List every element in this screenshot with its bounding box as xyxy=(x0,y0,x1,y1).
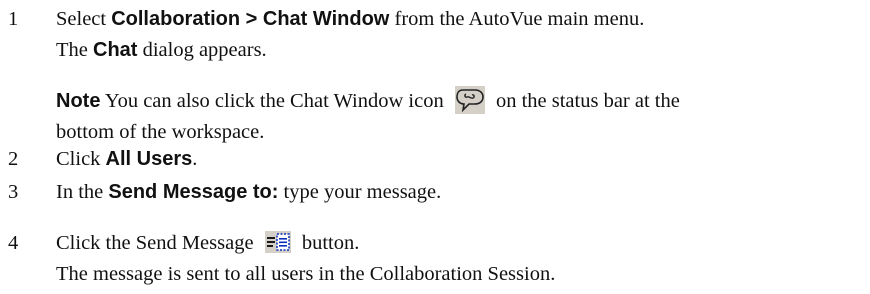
step-1-instruction: Select Collaboration > Chat Window from … xyxy=(56,8,645,30)
step-3-instruction: In the Send Message to: type your messag… xyxy=(56,181,442,203)
step-4-result: The message is sent to all users in the … xyxy=(56,263,556,285)
step-number: 3 xyxy=(8,181,19,203)
send-message-to-label: Send Message to: xyxy=(108,181,279,203)
all-users-label: All Users xyxy=(105,148,193,170)
step-2-instruction: Click All Users. xyxy=(56,148,198,170)
note-line-2: bottom of the workspace. xyxy=(56,121,265,143)
step-number: 1 xyxy=(8,8,19,30)
note-line-1: Note You can also click the Chat Window … xyxy=(56,86,680,116)
step-4-instruction: Click the Send Message button. xyxy=(56,231,360,254)
step-1-result: The Chat dialog appears. xyxy=(56,39,267,61)
send-message-icon xyxy=(264,231,291,254)
step-number: 2 xyxy=(8,148,19,170)
chat-bubble-icon xyxy=(454,86,485,115)
menu-path: Collaboration > Chat Window xyxy=(111,8,390,30)
step-number: 4 xyxy=(8,232,19,254)
dialog-name: Chat xyxy=(93,39,138,61)
note-label: Note xyxy=(56,90,101,112)
document-page: 1 Select Collaboration > Chat Window fro… xyxy=(0,0,870,294)
